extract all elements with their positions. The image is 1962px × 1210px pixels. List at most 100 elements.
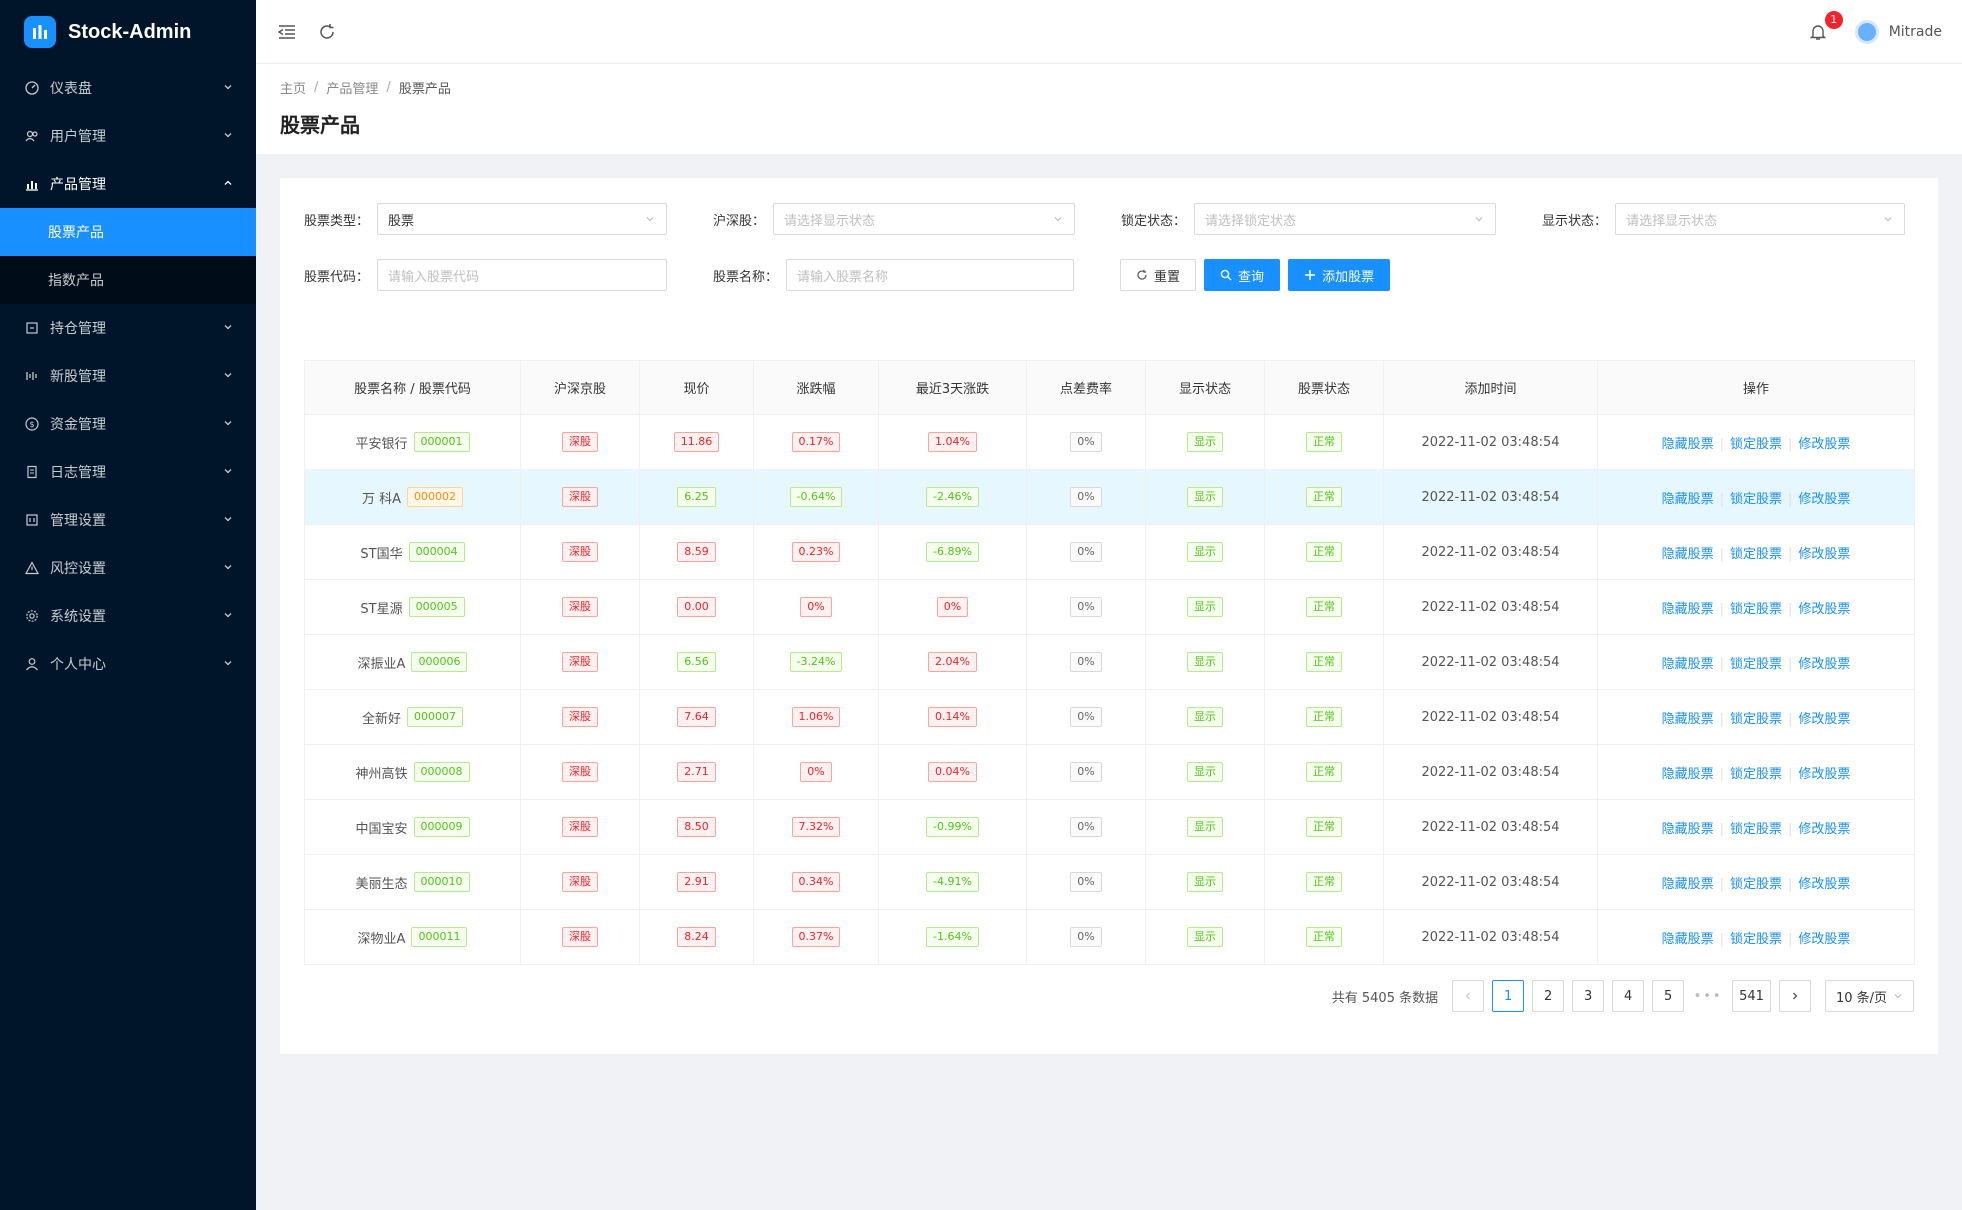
edit-stock-link[interactable]: 修改股票 (1798, 547, 1850, 562)
page-button-2[interactable]: 2 (1532, 980, 1565, 1012)
cell-market: 深股 (520, 854, 640, 910)
prev-page-button[interactable] (1452, 980, 1485, 1012)
lock-stock-link[interactable]: 锁定股票 (1730, 822, 1782, 837)
cell-change: 0.23% (753, 524, 879, 580)
stock-name-code: ST星源 000005 (305, 597, 520, 617)
lock-stock-link[interactable]: 锁定股票 (1730, 492, 1782, 507)
gear-icon (24, 608, 40, 624)
price-tag: 11.86 (673, 432, 720, 452)
edit-stock-link[interactable]: 修改股票 (1798, 712, 1850, 727)
hide-stock-link[interactable]: 隐藏股票 (1662, 712, 1714, 727)
action-divider: | (1719, 546, 1724, 562)
stock-name: 深物业A (357, 931, 406, 947)
lock-stock-link[interactable]: 锁定股票 (1730, 877, 1782, 892)
sidebar-item-index-products[interactable]: 指数产品 (0, 256, 256, 304)
edit-stock-link[interactable]: 修改股票 (1798, 932, 1850, 947)
sidebar-item-products[interactable]: 产品管理 (0, 160, 256, 208)
lock-stock-link[interactable]: 锁定股票 (1730, 547, 1782, 562)
display-select[interactable]: 请选择显示状态 (1615, 203, 1906, 235)
reset-button[interactable]: 重置 (1120, 259, 1197, 291)
lock-stock-link[interactable]: 锁定股票 (1730, 437, 1782, 452)
bell-icon[interactable]: 1 (1807, 10, 1843, 43)
sidebar-item-system-settings[interactable]: 系统设置 (0, 592, 256, 640)
stock-type-select[interactable]: 股票 (377, 203, 668, 235)
cell-price: 7.64 (639, 689, 754, 745)
table-row[interactable]: 神州高铁 000008 深股 2.71 0% 0.04% 0% 显示 正常 2022-11-02 … (304, 744, 1915, 800)
add-stock-button[interactable]: 添加股票 (1288, 259, 1391, 291)
menu-fold-icon[interactable] (276, 21, 298, 43)
hide-stock-link[interactable]: 隐藏股票 (1662, 437, 1714, 452)
sidebar-item-logs[interactable]: 日志管理 (0, 448, 256, 496)
lock-stock-link[interactable]: 锁定股票 (1730, 767, 1782, 782)
cell-change: 1.06% (753, 689, 879, 745)
edit-stock-link[interactable]: 修改股票 (1798, 767, 1850, 782)
user-icon (24, 656, 40, 672)
sidebar-item-risk-settings[interactable]: 风控设置 (0, 544, 256, 592)
stock-code-tag: 000007 (407, 707, 463, 727)
logo[interactable]: Stock-Admin (0, 0, 256, 64)
newstock-icon (24, 368, 40, 384)
table-row[interactable]: 全新好 000007 深股 7.64 1.06% 0.14% 0% 显示 正常 2022-11-0… (304, 689, 1915, 745)
cell-market: 深股 (520, 524, 640, 580)
lock-stock-link[interactable]: 锁定股票 (1730, 657, 1782, 672)
sidebar-item-users[interactable]: 用户管理 (0, 112, 256, 160)
edit-stock-link[interactable]: 修改股票 (1798, 822, 1850, 837)
table-row[interactable]: 深物业A 000011 深股 8.24 0.37% -1.64% 0% 显示 正常 2022-11… (304, 909, 1915, 965)
page-button-3[interactable]: 3 (1572, 980, 1605, 1012)
change-tag: 1.06% (791, 707, 841, 727)
cell-change3: 0.14% (878, 689, 1027, 745)
code-input[interactable]: 请输入股票代码 (377, 259, 668, 291)
display-status-tag: 显示 (1187, 487, 1223, 507)
table-row[interactable]: 平安银行 000001 深股 11.86 0.17% 1.04% 0% 显示 正常 2022-11… (304, 414, 1915, 470)
spread-tag: 0% (1070, 817, 1102, 837)
page-button-4[interactable]: 4 (1612, 980, 1645, 1012)
chevron-down-icon (222, 369, 236, 383)
lock-stock-link[interactable]: 锁定股票 (1730, 932, 1782, 947)
hide-stock-link[interactable]: 隐藏股票 (1662, 822, 1714, 837)
name-input[interactable]: 请输入股票名称 (786, 259, 1075, 291)
lock-select[interactable]: 请选择锁定状态 (1194, 203, 1497, 235)
table-row[interactable]: 深振业A 000006 深股 6.56 -3.24% 2.04% 0% 显示 正常 2022-11… (304, 634, 1915, 690)
cell-status: 正常 (1264, 414, 1384, 470)
edit-stock-link[interactable]: 修改股票 (1798, 657, 1850, 672)
hs-select[interactable]: 请选择显示状态 (773, 203, 1076, 235)
lock-stock-link[interactable]: 锁定股票 (1730, 712, 1782, 727)
edit-stock-link[interactable]: 修改股票 (1798, 437, 1850, 452)
table-row[interactable]: 万 科A 000002 深股 6.25 -0.64% -2.46% 0% 显示 正常 2022-1… (304, 469, 1915, 525)
table-row[interactable]: ST星源 000005 深股 0.00 0% 0% 0% 显示 正常 2022-11-02 03:… (304, 579, 1915, 635)
hide-stock-link[interactable]: 隐藏股票 (1662, 657, 1714, 672)
chevron-down-icon (222, 129, 236, 143)
table-row[interactable]: 中国宝安 000009 深股 8.50 7.32% -0.99% 0% 显示 正常 2022-11… (304, 799, 1915, 855)
page-button-5[interactable]: 5 (1652, 980, 1685, 1012)
query-button[interactable]: 查询 (1204, 259, 1281, 291)
sidebar-item-manage-settings[interactable]: 管理设置 (0, 496, 256, 544)
user-menu[interactable]: Mitrade (1854, 19, 1942, 44)
breadcrumb-home[interactable]: 主页 (280, 78, 306, 97)
edit-stock-link[interactable]: 修改股票 (1798, 602, 1850, 617)
hide-stock-link[interactable]: 隐藏股票 (1662, 492, 1714, 507)
breadcrumb-parent[interactable]: 产品管理 (326, 78, 378, 97)
hide-stock-link[interactable]: 隐藏股票 (1662, 767, 1714, 782)
page-size-select[interactable]: 10 条/页 (1824, 980, 1914, 1012)
hide-stock-link[interactable]: 隐藏股票 (1662, 932, 1714, 947)
page-button-last[interactable]: 541 (1732, 980, 1771, 1012)
hide-stock-link[interactable]: 隐藏股票 (1662, 877, 1714, 892)
table-row[interactable]: 美丽生态 000010 深股 2.91 0.34% -4.91% 0% 显示 正常 2022-11… (304, 854, 1915, 910)
sidebar-item-new-stocks[interactable]: 新股管理 (0, 352, 256, 400)
pagination-ellipsis[interactable]: ••• (1692, 989, 1724, 1004)
sidebar-item-positions[interactable]: 持仓管理 (0, 304, 256, 352)
sidebar-item-funds[interactable]: $ 资金管理 (0, 400, 256, 448)
sidebar-item-dashboard[interactable]: 仪表盘 (0, 64, 256, 112)
hide-stock-link[interactable]: 隐藏股票 (1662, 547, 1714, 562)
page-button-1[interactable]: 1 (1492, 980, 1525, 1012)
edit-stock-link[interactable]: 修改股票 (1798, 492, 1850, 507)
next-page-button[interactable] (1778, 980, 1811, 1012)
sidebar-item-stock-products[interactable]: 股票产品 (0, 208, 256, 256)
table-row[interactable]: ST国华 000004 深股 8.59 0.23% -6.89% 0% 显示 正常 2022-11… (304, 524, 1915, 580)
hide-stock-link[interactable]: 隐藏股票 (1662, 602, 1714, 617)
refresh-icon[interactable] (316, 21, 338, 43)
edit-stock-link[interactable]: 修改股票 (1798, 877, 1850, 892)
lock-stock-link[interactable]: 锁定股票 (1730, 602, 1782, 617)
change3-tag: 0.14% (928, 707, 977, 727)
sidebar-item-profile[interactable]: 个人中心 (0, 640, 256, 688)
